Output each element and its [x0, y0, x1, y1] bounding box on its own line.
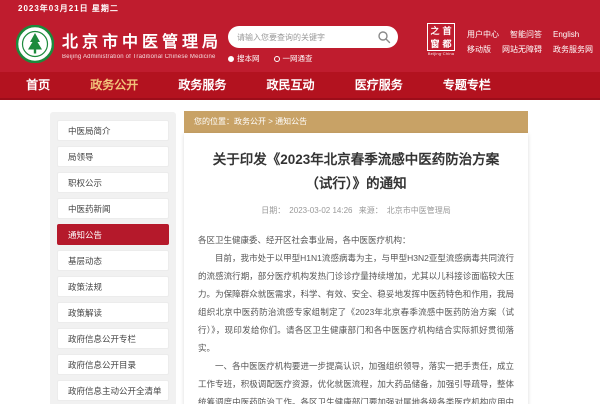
seal-char: 都: [441, 38, 453, 51]
search-scope-all[interactable]: 一网通查: [274, 53, 313, 64]
quick-links-row1: 用户中心 智能问答 English: [467, 27, 593, 42]
search-scope-row: 搜本网 一网通查: [228, 53, 398, 64]
main-panel: 您的位置：政务公开 > 通知公告 关于印发《2023年北京春季流感中医药防治方案…: [184, 111, 528, 404]
article-meta: 日期： 2023-03-02 14:26 来源： 北京市中医管理局: [198, 205, 514, 216]
capital-window-logo[interactable]: 之 首 窗 都 Beijing·China: [427, 23, 455, 57]
sidebar-item-duties[interactable]: 职权公示: [57, 172, 169, 193]
link-user-center[interactable]: 用户中心: [467, 29, 499, 40]
seal-char: 首: [441, 25, 453, 38]
nav-item-home[interactable]: 首页: [12, 72, 64, 100]
header-right: 之 首 窗 都 Beijing·China 用户中心 智能问答 English …: [427, 23, 593, 57]
site-brand[interactable]: 北京市中医管理局 Beijing Administration of Tradi…: [16, 25, 222, 63]
sidebar-item-info-disclosure-column[interactable]: 政府信息公开专栏: [57, 328, 169, 349]
article-source: 北京市中医管理局: [387, 206, 451, 215]
search-box: [228, 26, 398, 48]
site-title-block: 北京市中医管理局 Beijing Administration of Tradi…: [62, 28, 222, 60]
site-header: 北京市中医管理局 Beijing Administration of Tradi…: [0, 18, 600, 72]
search-scope-site[interactable]: 搜本网: [228, 53, 260, 64]
article-title: 关于印发《2023年北京春季流感中医药防治方案（试行）》的通知: [204, 148, 508, 195]
link-english[interactable]: English: [553, 30, 579, 39]
content-area: 中医局简介 局领导 职权公示 中医药新闻 通知公告 基层动态 政策法规 政策解读…: [0, 100, 600, 404]
topbar: 2023年03月21日 星期二: [0, 0, 600, 18]
site-name: 北京市中医管理局: [62, 28, 222, 52]
article-paragraph: 目前，我市处于以甲型H1N1流感病毒为主，与甲型H3N2亚型流感病毒共同流行的流…: [198, 249, 514, 357]
nav-item-special-topics[interactable]: 专题专栏: [429, 72, 505, 100]
search-area: 搜本网 一网通查: [228, 26, 398, 64]
site-name-english: Beijing Administration of Traditional Ch…: [62, 54, 222, 60]
link-accessibility[interactable]: 网站无障碍: [502, 44, 542, 55]
seal-caption: Beijing·China: [427, 51, 455, 56]
sidebar-item-intro[interactable]: 中医局简介: [57, 120, 169, 141]
article-date: 2023-03-02 14:26: [289, 206, 352, 215]
sidebar: 中医局简介 局领导 职权公示 中医药新闻 通知公告 基层动态 政策法规 政策解读…: [50, 112, 176, 404]
link-smart-qa[interactable]: 智能问答: [510, 29, 542, 40]
page: 2023年03月21日 星期二 北京市中医管理局 Beijing Adminis…: [0, 0, 600, 404]
nav-item-public-interaction[interactable]: 政民互动: [253, 72, 329, 100]
sidebar-item-info-disclosure-catalog[interactable]: 政府信息公开目录: [57, 354, 169, 375]
search-scope-all-label: 一网通查: [283, 53, 313, 64]
seal-char: 窗: [429, 38, 441, 51]
sidebar-item-info-disclosure-list[interactable]: 政府信息主动公开全清单: [57, 380, 169, 401]
radio-unchecked-icon: [274, 56, 280, 62]
sidebar-item-policies[interactable]: 政策法规: [57, 276, 169, 297]
quick-links: 用户中心 智能问答 English 移动版 网站无障碍 政务服务网: [467, 23, 593, 57]
main-nav-inner: 首页 政务公开 政务服务 政民互动 医疗服务 专题专栏: [6, 72, 511, 100]
site-logo-icon: [16, 25, 54, 63]
current-date: 2023年03月21日 星期二: [18, 4, 119, 13]
search-input[interactable]: [228, 26, 398, 48]
nav-item-gov-disclosure[interactable]: 政务公开: [76, 72, 152, 102]
nav-item-medical-services[interactable]: 医疗服务: [341, 72, 417, 100]
sidebar-item-policy-interpretation[interactable]: 政策解读: [57, 302, 169, 323]
radio-checked-icon: [228, 56, 234, 62]
capital-window-seal-icon: 之 首 窗 都: [427, 23, 455, 51]
sidebar-item-grassroots[interactable]: 基层动态: [57, 250, 169, 271]
seal-char: 之: [429, 25, 441, 38]
article: 关于印发《2023年北京春季流感中医药防治方案（试行）》的通知 日期： 2023-…: [184, 133, 528, 404]
search-scope-site-label: 搜本网: [237, 53, 260, 64]
quick-links-row2: 移动版 网站无障碍 政务服务网: [467, 42, 593, 57]
article-source-label: 来源：: [359, 206, 383, 215]
sidebar-item-tcm-news[interactable]: 中医药新闻: [57, 198, 169, 219]
article-date-label: 日期：: [261, 206, 285, 215]
nav-item-gov-services[interactable]: 政务服务: [164, 72, 240, 100]
main-nav: 首页 政务公开 政务服务 政民互动 医疗服务 专题专栏: [0, 72, 600, 100]
sidebar-item-leaders[interactable]: 局领导: [57, 146, 169, 167]
link-mobile-version[interactable]: 移动版: [467, 44, 491, 55]
article-paragraph: 一、各中医医疗机构要进一步提高认识，加强组织领导，落实一把手责任，成立工作专班，…: [198, 357, 514, 404]
sidebar-item-notices[interactable]: 通知公告: [57, 224, 169, 245]
article-salutation: 各区卫生健康委、经开区社会事业局，各中医医疗机构：: [198, 231, 514, 249]
link-gov-service[interactable]: 政务服务网: [553, 44, 593, 55]
search-icon[interactable]: [377, 30, 391, 44]
breadcrumb[interactable]: 您的位置：政务公开 > 通知公告: [184, 111, 528, 133]
